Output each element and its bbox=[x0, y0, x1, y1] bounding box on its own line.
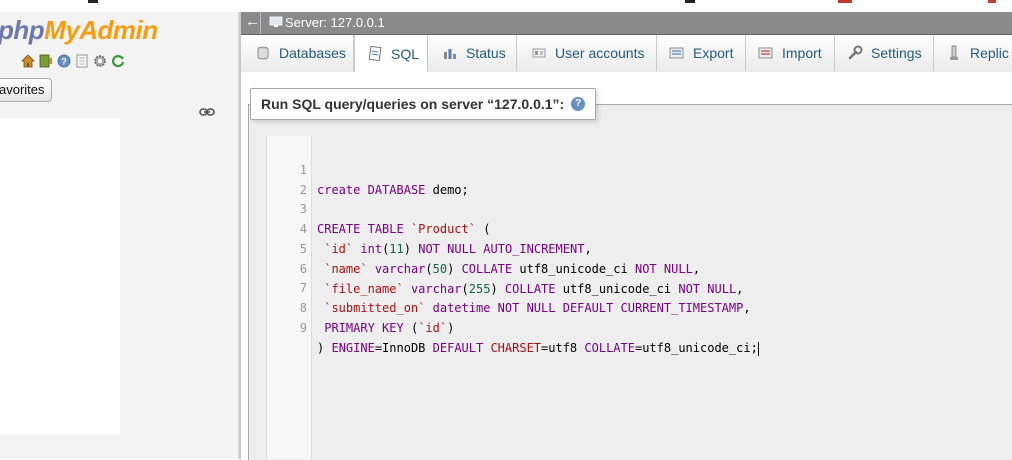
docs-icon[interactable] bbox=[74, 54, 89, 69]
tab-export[interactable]: Export bbox=[657, 35, 746, 71]
editor-line: 5 `name` varchar(50) COLLATE utf8_unicod… bbox=[267, 219, 1012, 276]
line-number: 9 bbox=[299, 321, 307, 335]
help-icon[interactable]: ? bbox=[571, 97, 586, 111]
editor-line: 9 ) ENGINE=InnoDB DEFAULT CHARSET=utf8 C… bbox=[267, 298, 1012, 356]
link-icon[interactable] bbox=[199, 106, 215, 118]
nav-icon-row: ? bbox=[20, 52, 125, 70]
status-icon bbox=[442, 45, 458, 61]
top-menu-tabs: Databases SQL Status User accounts Expor… bbox=[241, 35, 1012, 73]
sql-editor[interactable]: 1 create DATABASE demo; 2 3 CREATE TABLE… bbox=[266, 136, 1012, 459]
legend-text: Run SQL query/queries on server “127.0.0… bbox=[261, 96, 565, 112]
top-mark bbox=[685, 0, 695, 3]
collapse-navigation-button[interactable]: ← bbox=[245, 13, 260, 31]
server-icon bbox=[269, 16, 283, 28]
top-mark bbox=[988, 0, 996, 3]
home-icon[interactable] bbox=[20, 54, 35, 69]
editor-line: 4 `id` int(11) NOT NULL AUTO_INCREMENT, bbox=[267, 199, 1012, 256]
text-cursor bbox=[757, 341, 759, 356]
breadcrumb-separator bbox=[260, 12, 261, 34]
tab-status[interactable]: Status bbox=[428, 35, 517, 71]
editor-line: 3 CREATE TABLE `Product` ( bbox=[267, 179, 1012, 236]
tab-databases[interactable]: Databases bbox=[241, 35, 354, 71]
editor-line: 2 bbox=[267, 160, 1012, 197]
reload-icon[interactable] bbox=[110, 54, 125, 69]
phpmyadmin-logo[interactable]: phpMyAdmin bbox=[0, 15, 158, 46]
tab-label: Import bbox=[782, 45, 822, 61]
database-icon bbox=[255, 45, 271, 61]
tab-label: SQL bbox=[391, 45, 420, 62]
tab-label: Export bbox=[693, 45, 734, 61]
tab-import[interactable]: Import bbox=[746, 35, 835, 71]
database-tree[interactable] bbox=[0, 118, 120, 435]
editor-line: 7 `submitted_on` datetime NOT NULL DEFAU… bbox=[267, 258, 1012, 315]
tab-label: User accounts bbox=[555, 45, 645, 61]
favorites-button[interactable]: avorites bbox=[0, 78, 52, 102]
editor-line: 8 PRIMARY KEY (`id`) bbox=[267, 278, 1012, 335]
logo-php: php bbox=[0, 15, 45, 45]
tab-label: Replic bbox=[970, 45, 1009, 61]
top-mark bbox=[838, 0, 852, 3]
sql-icon bbox=[367, 45, 383, 62]
sql-query-legend: Run SQL query/queries on server “127.0.0… bbox=[250, 88, 597, 120]
editor-line: 6 `file_name` varchar(255) COLLATE utf8_… bbox=[267, 239, 1012, 296]
window-top-strip bbox=[0, 0, 1012, 12]
navigation-panel: phpMyAdmin ? avorites bbox=[0, 12, 238, 459]
tab-label: Databases bbox=[279, 45, 346, 61]
svg-text:?: ? bbox=[61, 57, 67, 67]
tab-user-accounts[interactable]: User accounts bbox=[517, 35, 657, 71]
tab-sql[interactable]: SQL bbox=[354, 35, 428, 72]
tab-label: Status bbox=[466, 45, 506, 61]
tab-replication[interactable]: Replic bbox=[934, 35, 1012, 71]
import-icon bbox=[758, 45, 774, 61]
server-breadcrumb-bar: ← Server: 127.0.0.1 bbox=[241, 12, 1012, 35]
exit-icon[interactable] bbox=[38, 54, 53, 69]
tab-label: Settings bbox=[871, 45, 922, 61]
users-icon bbox=[531, 45, 547, 61]
settings-icon[interactable] bbox=[92, 54, 107, 69]
code-line: ) ENGINE=InnoDB DEFAULT CHARSET=utf8 COL… bbox=[317, 341, 759, 356]
code-line: PRIMARY KEY (`id`) bbox=[324, 321, 455, 335]
help-icon[interactable]: ? bbox=[56, 54, 71, 69]
tab-settings[interactable]: Settings bbox=[835, 35, 934, 71]
logo-myadmin: MyAdmin bbox=[44, 15, 158, 45]
wrench-icon bbox=[847, 45, 863, 61]
editor-line: 1 create DATABASE demo; bbox=[267, 140, 1012, 197]
top-mark bbox=[88, 0, 98, 3]
replication-icon bbox=[946, 45, 962, 61]
export-icon bbox=[669, 45, 685, 61]
server-breadcrumb[interactable]: Server: 127.0.0.1 bbox=[285, 15, 385, 31]
